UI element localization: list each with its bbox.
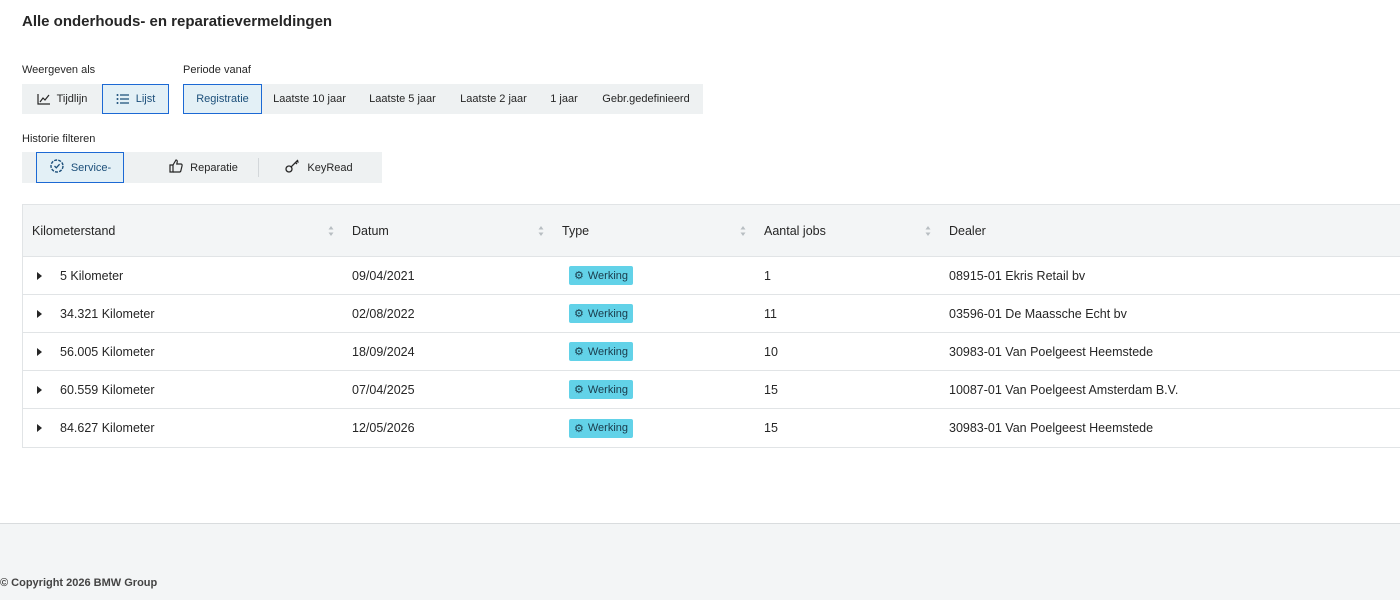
column-header-label: Dealer <box>949 223 986 238</box>
service-gear-icon: ⚙ <box>574 308 584 320</box>
view-toggle-group: Tijdlijn Lijst <box>22 84 169 114</box>
service-gear-icon: ⚙ <box>574 422 584 435</box>
km-cell: 56.005 Kilometer <box>60 344 155 359</box>
filter-service-label: Service- <box>70 161 112 174</box>
type-badge: ⚙ Werking <box>569 342 634 361</box>
type-badge-label: Werking <box>587 307 629 320</box>
service-gear-icon <box>49 158 65 177</box>
jobs-cell: 15 <box>764 382 778 397</box>
page-title: Alle onderhouds- en reparatievermeldinge… <box>22 13 333 30</box>
period-option-custom[interactable]: Gebr.gedefinieerd <box>589 84 703 114</box>
page: Alle onderhouds- en reparatievermeldinge… <box>0 0 1400 600</box>
table-row[interactable]: 84.627 Kilometer 12/05/2026 ⚙ Werking 15 … <box>23 409 1400 447</box>
line-chart-icon <box>37 93 51 105</box>
view-label: Weergeven als <box>22 64 96 76</box>
dealer-cell: 10087-01 Van Poelgeest Amsterdam B.V. <box>949 382 1179 397</box>
type-badge: ⚙ Werking <box>569 266 634 285</box>
view-option-timeline[interactable]: Tijdlijn <box>22 84 102 114</box>
column-header-label: Datum <box>352 223 389 238</box>
expand-row-icon[interactable] <box>37 309 42 318</box>
expand-row-icon[interactable] <box>37 385 42 394</box>
filter-keyread-label: KeyRead <box>307 161 353 174</box>
filter-divider <box>258 158 259 177</box>
period-option-1-year[interactable]: 1 jaar <box>539 84 589 114</box>
period-option-10-years[interactable]: Laatste 10 jaar <box>262 84 357 114</box>
dealer-cell: 30983-01 Van Poelgeest Heemstede <box>949 344 1154 359</box>
date-cell: 07/04/2025 <box>352 382 415 397</box>
history-table: Kilometerstand Datum Type Aantal jobs De… <box>22 204 1400 448</box>
footer <box>0 524 1400 600</box>
jobs-cell: 11 <box>764 306 777 321</box>
date-cell: 02/08/2022 <box>352 306 415 321</box>
period-option-registration[interactable]: Registratie <box>183 84 262 114</box>
copyright-text: © Copyright 2026 BMW Group <box>0 577 158 589</box>
service-gear-icon: ⚙ <box>574 270 584 282</box>
type-badge: ⚙ Werking <box>569 380 634 399</box>
expand-row-icon[interactable] <box>37 347 42 356</box>
column-header-label: Type <box>562 223 590 238</box>
column-header-dealer[interactable]: Dealer <box>940 205 1400 257</box>
service-gear-icon: ⚙ <box>574 346 584 358</box>
column-header-label: Kilometerstand <box>32 223 116 238</box>
filter-keyread[interactable]: KeyRead <box>267 152 371 183</box>
km-cell: 60.559 Kilometer <box>60 382 155 397</box>
table-row[interactable]: 56.005 Kilometer 18/09/2024 ⚙ Werking 10 … <box>23 333 1400 371</box>
period-label: Periode vanaf <box>183 64 251 76</box>
type-badge: ⚙ Werking <box>569 304 634 323</box>
km-cell: 5 Kilometer <box>60 268 124 283</box>
history-filter-group: Service- Reparatie KeyRead <box>22 152 382 183</box>
sort-icon[interactable] <box>925 225 931 237</box>
km-cell: 34.321 Kilometer <box>60 306 155 321</box>
expand-row-icon[interactable] <box>37 271 42 280</box>
type-badge-label: Werking <box>587 383 629 396</box>
type-badge-label: Werking <box>587 422 629 434</box>
period-option-2-years[interactable]: Laatste 2 jaar <box>448 84 539 114</box>
type-badge-label: Werking <box>587 345 629 358</box>
sort-icon[interactable] <box>538 225 544 237</box>
date-cell: 18/09/2024 <box>352 344 415 359</box>
table-row[interactable]: 34.321 Kilometer 02/08/2022 ⚙ Werking 11 … <box>23 295 1400 333</box>
dealer-cell: 30983-01 Van Poelgeest Heemstede <box>949 421 1154 435</box>
table-row[interactable]: 5 Kilometer 09/04/2021 ⚙ Werking 1 08915-… <box>23 257 1400 295</box>
history-filter-label: Historie filteren <box>22 133 96 145</box>
dealer-cell: 08915-01 Ekris Retail bv <box>949 268 1086 283</box>
jobs-cell: 1 <box>764 268 771 283</box>
table-header: Kilometerstand Datum Type Aantal jobs De… <box>23 205 1400 257</box>
km-cell: 84.627 Kilometer <box>60 421 155 435</box>
expand-row-icon[interactable] <box>37 424 42 432</box>
dealer-cell: 03596-01 De Maassche Echt bv <box>949 306 1127 321</box>
jobs-cell: 15 <box>764 421 778 435</box>
sort-icon[interactable] <box>740 225 746 237</box>
period-toggle-group: Registratie Laatste 10 jaar Laatste 5 ja… <box>183 84 703 114</box>
filter-repair[interactable]: Reparatie <box>156 152 250 183</box>
column-header-aantal-jobs[interactable]: Aantal jobs <box>755 205 940 257</box>
column-header-label: Aantal jobs <box>764 223 826 238</box>
column-header-type[interactable]: Type <box>553 205 755 257</box>
view-option-timeline-label: Tijdlijn <box>56 93 88 105</box>
list-icon <box>116 93 130 105</box>
service-gear-icon: ⚙ <box>574 384 584 396</box>
key-icon <box>285 159 301 176</box>
filter-repair-label: Reparatie <box>190 161 238 174</box>
type-badge-label: Werking <box>587 269 629 282</box>
period-option-5-years[interactable]: Laatste 5 jaar <box>357 84 448 114</box>
column-header-datum[interactable]: Datum <box>343 205 553 257</box>
thumbs-up-icon <box>168 158 184 177</box>
date-cell: 12/05/2026 <box>352 421 415 435</box>
column-header-kilometerstand[interactable]: Kilometerstand <box>23 205 343 257</box>
sort-icon[interactable] <box>328 225 334 237</box>
type-badge: ⚙ Werking <box>569 418 634 438</box>
table-row[interactable]: 60.559 Kilometer 07/04/2025 ⚙ Werking 15 … <box>23 371 1400 409</box>
filter-service[interactable]: Service- <box>36 152 124 183</box>
view-option-list-label: Lijst <box>135 93 156 105</box>
date-cell: 09/04/2021 <box>352 268 415 283</box>
jobs-cell: 10 <box>764 344 778 359</box>
view-option-list[interactable]: Lijst <box>102 84 169 114</box>
